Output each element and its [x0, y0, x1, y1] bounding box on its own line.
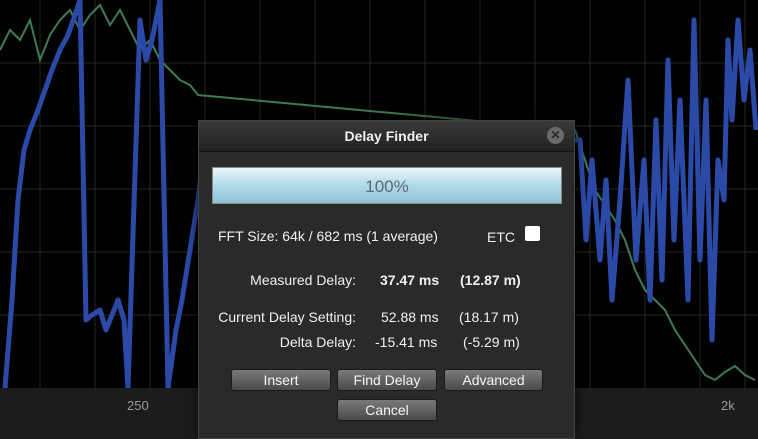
close-icon[interactable]: ✕: [547, 127, 564, 144]
progress-bar: 100%: [212, 167, 562, 204]
measured-delay-label: Measured Delay:: [250, 272, 356, 288]
measured-delay-m: (12.87 m): [460, 272, 521, 288]
axis-label-2k: 2k: [721, 398, 735, 413]
dialog-titlebar[interactable]: Delay Finder ✕: [199, 121, 574, 152]
dialog-title: Delay Finder: [344, 128, 429, 144]
delta-delay-ms: -15.41 ms: [375, 334, 438, 350]
axis-label-250: 250: [127, 398, 149, 413]
etc-label: ETC: [487, 229, 515, 245]
current-delay-label: Current Delay Setting:: [218, 309, 356, 325]
cancel-button[interactable]: Cancel: [337, 399, 437, 421]
find-delay-button[interactable]: Find Delay: [337, 369, 437, 391]
fft-size-text: FFT Size: 64k / 682 ms (1 average): [218, 228, 438, 244]
delay-finder-dialog: Delay Finder ✕ 100% FFT Size: 64k / 682 …: [198, 120, 575, 439]
progress-label: 100%: [365, 177, 409, 196]
current-delay-m: (18.17 m): [459, 309, 519, 325]
measured-delay-ms: 37.47 ms: [380, 272, 440, 288]
delta-delay-m: (-5.29 m): [463, 334, 520, 350]
advanced-button[interactable]: Advanced: [444, 369, 543, 391]
insert-button[interactable]: Insert: [231, 369, 331, 391]
delta-delay-label: Delta Delay:: [279, 334, 356, 350]
current-delay-ms: 52.88 ms: [381, 309, 439, 325]
etc-checkbox[interactable]: [525, 226, 540, 241]
